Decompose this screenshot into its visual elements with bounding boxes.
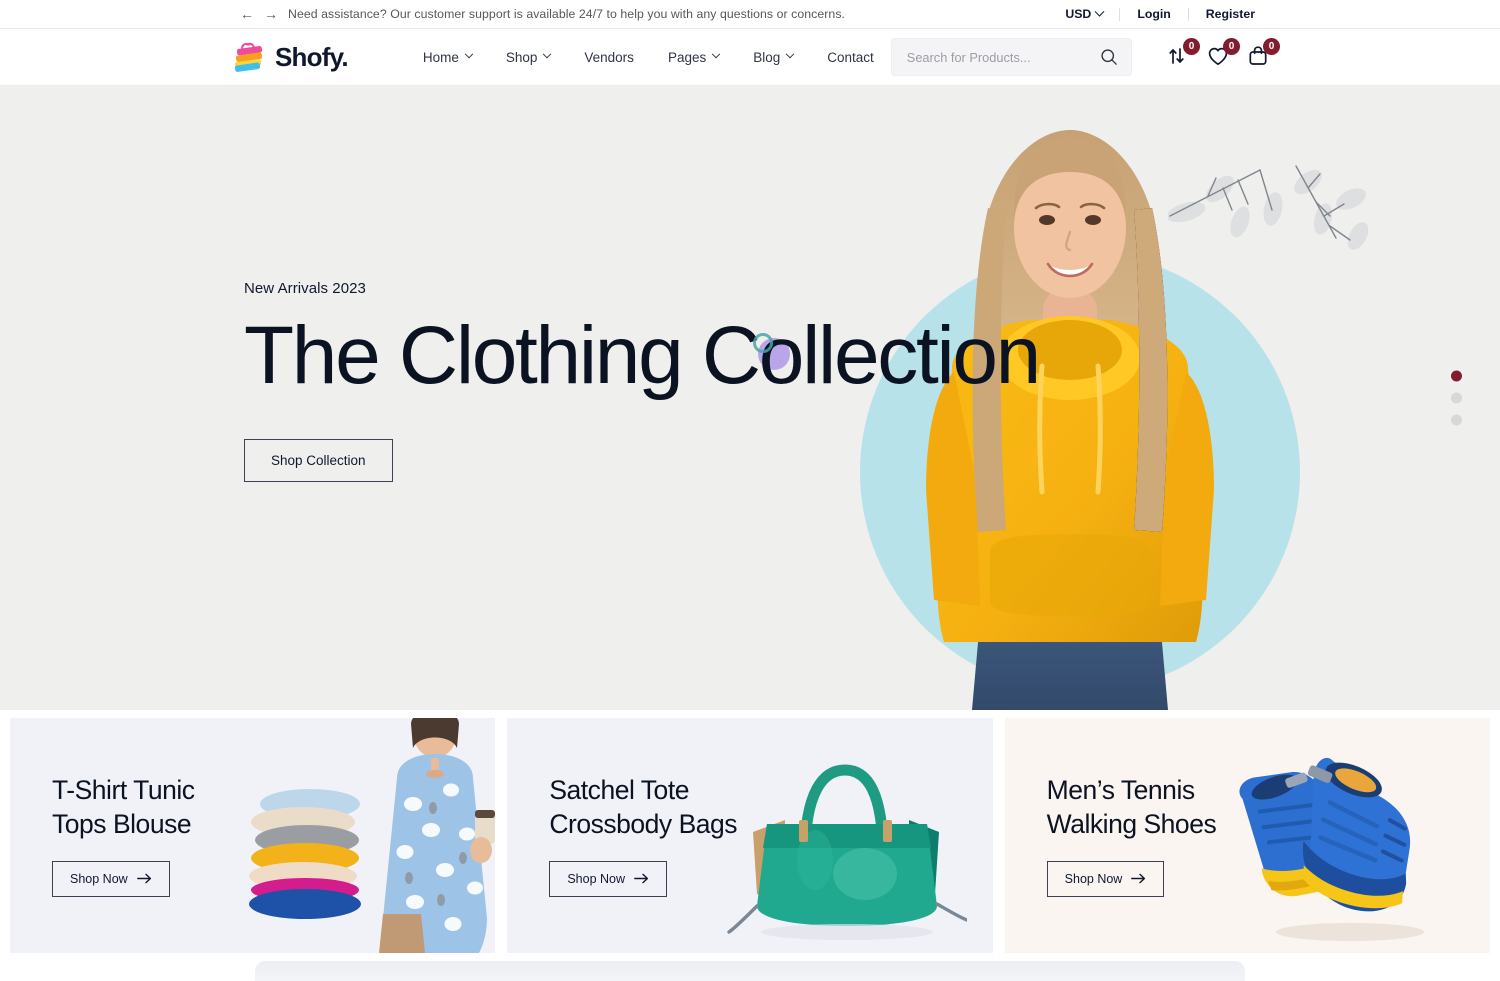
search-bar[interactable] bbox=[890, 38, 1132, 76]
topbar-left-group: ← → Need assistance? Our customer suppor… bbox=[240, 7, 845, 21]
hero-slider-dots bbox=[1451, 370, 1462, 426]
clothing-stack-image bbox=[249, 718, 496, 953]
wishlist-button[interactable]: 0 bbox=[1206, 38, 1240, 70]
brand-name: Shofy. bbox=[275, 41, 349, 72]
slider-dot-2[interactable] bbox=[1451, 392, 1462, 404]
shop-now-button[interactable]: Shop Now bbox=[1046, 860, 1165, 897]
hero-copy: New Arrivals 2023 The Clothing Collectio… bbox=[244, 280, 1041, 482]
card-body: Satchel Tote Crossbody Bags Shop Now bbox=[507, 774, 738, 897]
arrow-right-icon bbox=[136, 873, 151, 884]
nav-label: Vendors bbox=[584, 49, 634, 65]
hero-inner: New Arrivals 2023 The Clothing Collectio… bbox=[0, 86, 1500, 710]
teal-ring-decoration bbox=[753, 333, 773, 353]
chevron-down-icon bbox=[711, 49, 721, 59]
chevron-down-icon bbox=[464, 49, 474, 59]
topbar-right-group: USD Login Register bbox=[1065, 0, 1272, 28]
cart-button[interactable]: 0 bbox=[1246, 38, 1280, 70]
card-title: Satchel Tote Crossbody Bags bbox=[549, 775, 738, 839]
nav-item-vendors[interactable]: Vendors bbox=[567, 50, 651, 65]
card-body: Men’s Tennis Walking Shoes Shop Now bbox=[1005, 774, 1217, 897]
nav-label: Contact bbox=[827, 49, 874, 65]
blue-sneakers-image bbox=[1239, 757, 1424, 941]
compare-button[interactable]: 0 bbox=[1166, 38, 1200, 70]
shop-now-button[interactable]: Shop Now bbox=[549, 860, 668, 897]
announcement-text: Need assistance? Our customer support is… bbox=[288, 7, 846, 21]
arrow-right-icon[interactable]: → bbox=[264, 7, 278, 21]
nav-label: Pages bbox=[667, 49, 707, 65]
chevron-down-icon bbox=[1094, 6, 1105, 17]
shop-now-label: Shop Now bbox=[70, 871, 128, 886]
register-link[interactable]: Register bbox=[1189, 7, 1272, 21]
chevron-down-icon bbox=[786, 49, 795, 59]
green-tote-bag-image bbox=[726, 764, 967, 940]
shop-now-label: Shop Now bbox=[1064, 871, 1123, 886]
shop-now-label: Shop Now bbox=[567, 871, 626, 886]
cart-count-badge: 0 bbox=[1263, 38, 1280, 55]
site-header: Shofy. Home Shop Vendors Pages Blog Cont… bbox=[0, 29, 1500, 86]
login-link[interactable]: Login bbox=[1120, 7, 1187, 21]
shop-now-button[interactable]: Shop Now bbox=[52, 860, 170, 897]
nav-label: Home bbox=[422, 49, 459, 65]
logo-link[interactable]: Shofy. bbox=[232, 41, 349, 73]
nav-item-home[interactable]: Home bbox=[406, 50, 489, 65]
nav-item-contact[interactable]: Contact bbox=[810, 50, 891, 65]
top-announcement-bar: ← → Need assistance? Our customer suppor… bbox=[0, 0, 1500, 29]
category-cards: T-Shirt Tunic Tops Blouse Shop Now Satch… bbox=[0, 718, 1500, 953]
nav-item-pages[interactable]: Pages bbox=[651, 50, 736, 65]
search-input[interactable] bbox=[906, 49, 1100, 65]
category-card-tshirts[interactable]: T-Shirt Tunic Tops Blouse Shop Now bbox=[10, 718, 496, 953]
category-card-shoes[interactable]: Men’s Tennis Walking Shoes Shop Now bbox=[1004, 718, 1490, 953]
nav-item-blog[interactable]: Blog bbox=[736, 50, 810, 65]
compare-count-badge: 0 bbox=[1183, 38, 1200, 55]
nav-label: Blog bbox=[753, 49, 781, 65]
arrow-right-icon bbox=[634, 873, 649, 884]
currency-label: USD bbox=[1065, 7, 1092, 21]
arrow-right-icon bbox=[1131, 873, 1146, 884]
wishlist-count-badge: 0 bbox=[1223, 38, 1240, 55]
slider-dot-1[interactable] bbox=[1451, 370, 1462, 382]
nav-item-shop[interactable]: Shop bbox=[489, 50, 568, 65]
arrow-left-icon[interactable]: ← bbox=[240, 7, 254, 21]
slider-dot-3[interactable] bbox=[1451, 414, 1462, 426]
category-card-bags[interactable]: Satchel Tote Crossbody Bags Shop Now bbox=[507, 718, 993, 953]
search-icon[interactable] bbox=[1100, 48, 1118, 66]
card-body: T-Shirt Tunic Tops Blouse Shop Now bbox=[10, 774, 195, 897]
card-title: Men’s Tennis Walking Shoes bbox=[1046, 775, 1217, 839]
header-actions: 0 0 0 bbox=[1166, 38, 1280, 70]
chevron-down-icon bbox=[543, 49, 552, 59]
hero-subtitle: New Arrivals 2023 bbox=[244, 280, 366, 298]
hero-banner: New Arrivals 2023 The Clothing Collectio… bbox=[0, 86, 1500, 710]
shopping-bag-logo-icon bbox=[234, 42, 263, 72]
currency-selector[interactable]: USD bbox=[1065, 6, 1119, 21]
card-title: T-Shirt Tunic Tops Blouse bbox=[52, 775, 195, 839]
nav-label: Shop bbox=[505, 49, 538, 65]
main-navigation: Home Shop Vendors Pages Blog Contact bbox=[406, 50, 891, 65]
next-section-preview bbox=[0, 953, 1500, 981]
hero-title: The Clothing Collection bbox=[244, 310, 1041, 402]
shop-collection-button[interactable]: Shop Collection bbox=[244, 438, 393, 482]
